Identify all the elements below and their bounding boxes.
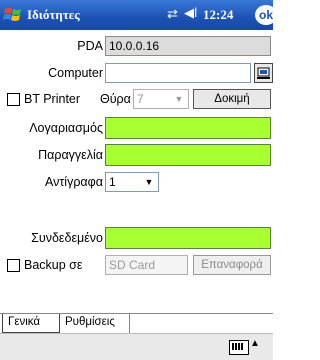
bt-printer-label: BT Printer xyxy=(24,92,81,106)
ok-button[interactable]: ok xyxy=(255,5,277,25)
tab-strip: Γενικά Ρυθμίσεις xyxy=(0,313,273,333)
connectivity-icon[interactable]: ⇄ xyxy=(167,6,178,22)
input-panel-arrow-icon[interactable]: ▲ xyxy=(250,338,260,349)
connected-status-field xyxy=(105,227,271,249)
test-printer-button[interactable]: Δοκιμή xyxy=(193,89,271,109)
pda-address-field: 10.0.0.16 xyxy=(105,36,271,56)
title-bar: Ιδιότητες ⇄ ◀ǀ 12:24 ok xyxy=(0,0,277,30)
backup-label: Backup σε xyxy=(24,258,83,272)
connected-label: Συνδεδεμένο xyxy=(31,231,103,245)
copies-label: Αντίγραφα xyxy=(45,175,103,189)
account-input[interactable] xyxy=(105,117,271,139)
computer-address-input[interactable] xyxy=(105,63,251,83)
window-title: Ιδιότητες xyxy=(27,7,80,22)
browse-computer-button[interactable] xyxy=(254,63,273,83)
volume-icon[interactable]: ◀ǀ xyxy=(184,5,197,21)
order-label: Παραγγελία xyxy=(38,148,103,162)
pda-label: PDA xyxy=(77,39,103,53)
port-label: Θύρα xyxy=(100,92,131,106)
backup-location-input[interactable]: SD Card xyxy=(105,255,188,275)
menu-bar: ▲ xyxy=(0,333,273,360)
backup-checkbox[interactable] xyxy=(7,259,20,272)
chevron-down-icon: ▼ xyxy=(174,94,184,104)
port-select[interactable]: 7 ▼ xyxy=(133,89,189,109)
start-menu-windows-icon[interactable] xyxy=(3,5,23,25)
tab-settings[interactable]: Ρυθμίσεις xyxy=(60,314,130,333)
clock[interactable]: 12:24 xyxy=(203,7,233,23)
port-value: 7 xyxy=(137,92,144,106)
computer-label: Computer xyxy=(48,66,103,80)
chevron-down-icon: ▼ xyxy=(144,177,154,187)
order-input[interactable] xyxy=(105,144,271,166)
copies-select[interactable]: 1 ▼ xyxy=(105,172,159,192)
tab-general[interactable]: Γενικά xyxy=(2,314,60,333)
keyboard-icon[interactable] xyxy=(229,340,249,355)
bt-printer-checkbox[interactable] xyxy=(7,93,20,106)
account-label: Λογαριασμός xyxy=(29,121,103,135)
copies-value: 1 xyxy=(109,175,116,189)
computer-icon xyxy=(257,67,270,79)
restore-button[interactable]: Επαναφορά xyxy=(193,255,271,275)
